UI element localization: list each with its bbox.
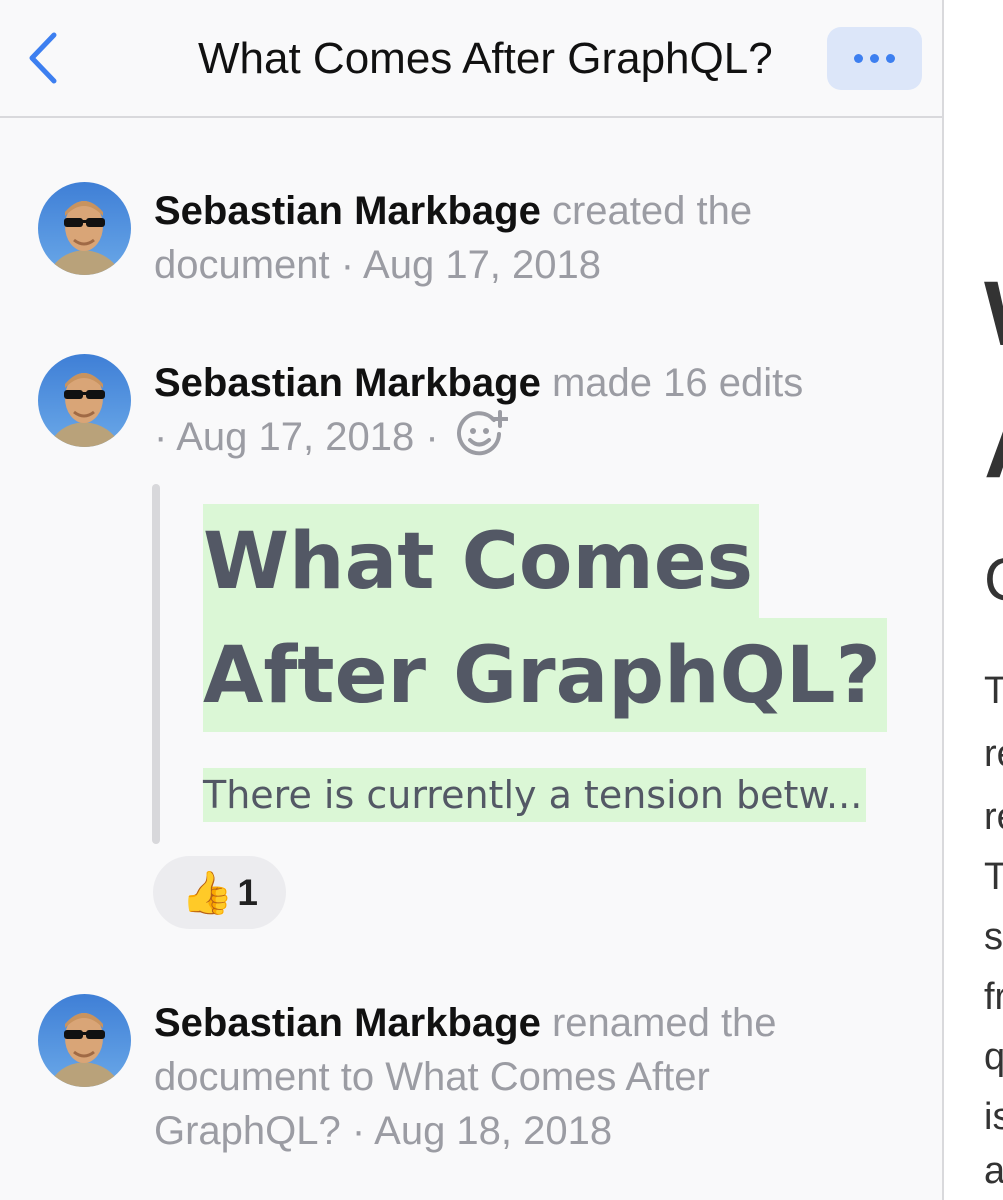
document-body-fragment: s [984, 916, 1003, 958]
actor-name[interactable]: Sebastian Markbage [154, 1001, 541, 1045]
activity-text: Sebastian Markbage created the document … [154, 184, 894, 292]
separator-dot: · [425, 415, 439, 459]
document-body-fragment: re [984, 796, 1003, 838]
document-body-fragment: re [984, 733, 1003, 775]
separator-dot: · [340, 243, 355, 287]
more-options-button[interactable] [827, 27, 922, 90]
diff-title: What Comes After GraphQL? [203, 504, 887, 732]
actor-name[interactable]: Sebastian Markbage [154, 189, 541, 233]
document-body-fragment: a [984, 1152, 1003, 1190]
activity-pane: What Comes After GraphQL? Sebastian Mark… [0, 0, 942, 1200]
avatar[interactable] [38, 354, 131, 447]
activity-text: Sebastian Markbage renamed the document … [154, 996, 894, 1158]
reaction-count: 1 [237, 871, 258, 913]
activity-date: Aug 17, 2018 [363, 243, 602, 287]
activity-action: made 16 edits [551, 361, 804, 405]
add-reaction-icon[interactable] [456, 410, 509, 472]
separator-dot: · [154, 415, 168, 459]
app-screen: What Comes After GraphQL? Sebastian Mark… [0, 0, 1003, 1200]
reaction-thumbs-up-button[interactable]: 👍 1 [153, 856, 286, 929]
document-body-fragment: fr [984, 976, 1003, 1018]
avatar[interactable] [38, 994, 131, 1087]
document-title-fragment: A [984, 400, 1003, 492]
document-body-fragment: q [984, 1038, 1003, 1076]
activity-date: Aug 17, 2018 [176, 415, 415, 459]
document-body-fragment: T [984, 858, 1003, 896]
document-diff-preview[interactable]: What Comes After GraphQL? There is curre… [152, 484, 912, 846]
document-pane[interactable]: W A C T re re T s fr q is a [942, 0, 1003, 1200]
diff-title-line: After GraphQL? [203, 618, 887, 732]
diff-excerpt: There is currently a tension betw... [203, 768, 867, 822]
document-body-fragment: is [984, 1096, 1003, 1138]
activity-text: Sebastian Markbage made 16 edits · Aug 1… [154, 356, 894, 472]
actor-name[interactable]: Sebastian Markbage [154, 361, 541, 405]
document-heading-fragment: C [984, 550, 1003, 610]
quote-rule [152, 484, 160, 844]
more-horizontal-icon [851, 54, 899, 63]
document-body-fragment: T [984, 672, 1003, 710]
back-button[interactable] [18, 28, 68, 88]
separator-dot: · [351, 1109, 366, 1153]
diff-title-line: What Comes [203, 504, 760, 618]
thumbs-up-icon: 👍 [181, 868, 234, 916]
chevron-left-icon [29, 32, 57, 84]
avatar[interactable] [38, 182, 131, 275]
document-title-fragment: W [984, 268, 1003, 360]
navigation-bar: What Comes After GraphQL? [0, 0, 942, 118]
page-title: What Comes After GraphQL? [198, 34, 773, 83]
activity-date: Aug 18, 2018 [374, 1109, 613, 1153]
